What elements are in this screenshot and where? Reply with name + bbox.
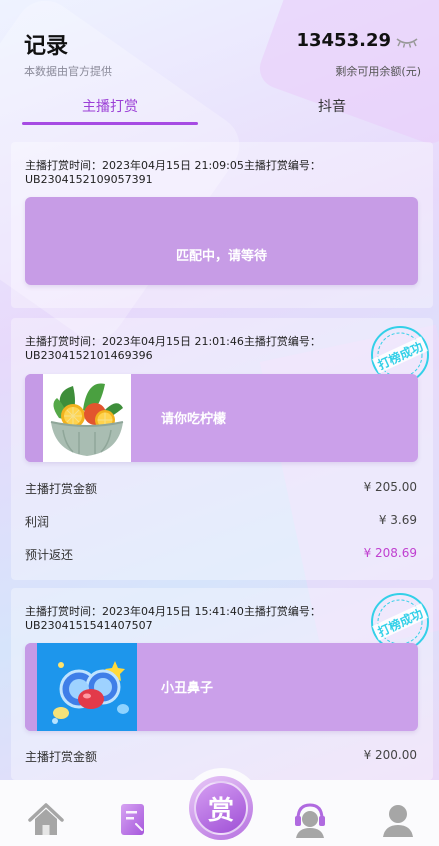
record-card: 主播打赏时间：2023年04月15日 15:41:40主播打赏编号： UB230…: [11, 588, 433, 780]
eye-closed-icon[interactable]: [395, 36, 419, 48]
stamp-text: 打榜成功: [375, 606, 425, 640]
matching-status-box: 匹配中，请等待: [25, 197, 418, 285]
row-label: 利润: [25, 515, 50, 529]
page-title: 记录: [24, 34, 69, 59]
home-icon[interactable]: [26, 800, 66, 840]
row-label: 主播打赏金额: [25, 750, 98, 764]
balance-amount: 13453.29: [296, 30, 391, 51]
lemon-bowl-icon: [43, 374, 131, 462]
record-card: 主播打赏时间：2023年04月15日 21:01:46主播打赏编号： UB230…: [11, 318, 433, 580]
tab-streamer-reward[interactable]: 主播打赏: [22, 96, 198, 116]
reward-amount-row: 主播打赏金额 ¥ 205.00: [25, 480, 417, 497]
gift-card: 小丑鼻子: [25, 643, 418, 731]
record-card: 主播打赏时间：2023年04月15日 21:09:05主播打赏编号： UB230…: [11, 142, 433, 308]
record-id: UB2304151541407507: [25, 619, 153, 632]
profit-row: 利润 ¥ 3.69: [25, 513, 417, 530]
records-icon[interactable]: [112, 800, 152, 840]
service-icon[interactable]: [290, 800, 330, 840]
row-label: 主播打赏金额: [25, 482, 98, 496]
profile-icon[interactable]: [378, 800, 418, 840]
row-value: ¥ 3.69: [378, 513, 417, 527]
row-label: 预计返还: [25, 548, 74, 562]
record-id: UB2304152101469396: [25, 349, 153, 362]
reward-amount-row: 主播打赏金额 ¥ 200.00: [25, 748, 417, 765]
reward-label: 赏: [207, 796, 234, 826]
stamp-text: 打榜成功: [375, 339, 425, 373]
tab-douyin[interactable]: 抖音: [244, 96, 420, 116]
gift-name: 请你吃柠檬: [161, 412, 227, 427]
record-time: 主播打赏时间：2023年04月15日 21:01:46主播打赏编号：: [25, 335, 321, 348]
reward-button[interactable]: 赏: [189, 776, 253, 840]
page-subtitle: 本数据由官方提供: [24, 65, 112, 78]
matching-status-text: 匹配中，请等待: [175, 249, 267, 264]
clown-nose-icon: [37, 643, 137, 731]
row-value-highlight: ¥ 208.69: [363, 546, 417, 560]
header: 记录 本数据由官方提供 13453.29 剩余可用余额(元): [0, 0, 439, 90]
active-tab-indicator: [22, 122, 198, 125]
row-value: ¥ 205.00: [363, 480, 417, 494]
gift-card: 请你吃柠檬: [25, 374, 418, 462]
record-id: UB2304152109057391: [25, 173, 153, 186]
record-time: 主播打赏时间：2023年04月15日 21:09:05主播打赏编号：: [25, 159, 321, 172]
expected-return-row: 预计返还 ¥ 208.69: [25, 546, 417, 563]
tab-bar: 主播打赏 抖音: [0, 92, 439, 128]
record-time: 主播打赏时间：2023年04月15日 15:41:40主播打赏编号：: [25, 605, 321, 618]
row-value: ¥ 200.00: [363, 748, 417, 762]
balance-label: 剩余可用余额(元): [335, 65, 421, 78]
gift-name: 小丑鼻子: [161, 681, 214, 696]
